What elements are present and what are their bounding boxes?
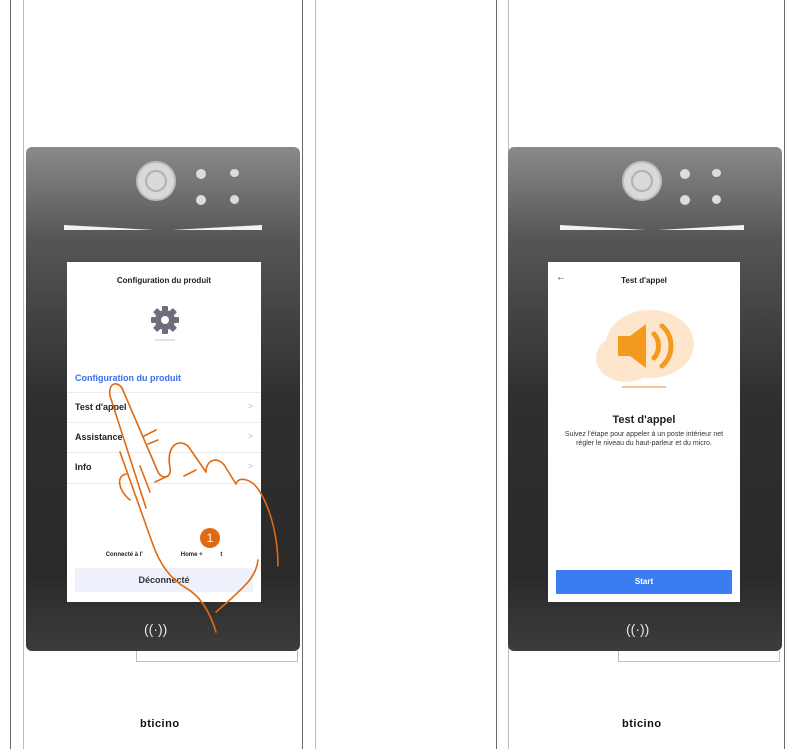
screen-title: Test d'appel bbox=[621, 276, 667, 285]
sensor-dot bbox=[230, 195, 239, 204]
sensor-dot bbox=[196, 169, 206, 179]
frame-line-left-inner bbox=[23, 0, 24, 749]
frame-line-left bbox=[10, 0, 11, 749]
led-strip-left bbox=[64, 225, 154, 230]
led-strip-left bbox=[560, 225, 646, 230]
sensor-dot bbox=[680, 169, 690, 179]
screen-title: Configuration du produit bbox=[116, 276, 212, 285]
sensor-dot bbox=[712, 195, 721, 204]
camera-lens-icon bbox=[136, 161, 176, 201]
speaker-icon bbox=[596, 310, 694, 388]
gear-icon bbox=[151, 306, 179, 341]
camera-lens-icon bbox=[622, 161, 662, 201]
device-base-right bbox=[618, 651, 780, 662]
sensor-dot bbox=[230, 169, 239, 177]
sensor-dot bbox=[712, 169, 721, 177]
brand-logo: bticino bbox=[140, 718, 180, 730]
sensor-dot bbox=[680, 195, 690, 205]
start-button[interactable]: Start bbox=[556, 570, 732, 594]
brand-logo: bticino bbox=[622, 718, 662, 730]
frame-line-right-a bbox=[496, 0, 497, 749]
frame-line-mid-right bbox=[315, 0, 316, 749]
nfc-icon: ((·)) bbox=[626, 621, 650, 637]
hand-pointer-icon bbox=[108, 383, 279, 633]
description-text: Suivez l'étape pour appeler à un poste i… bbox=[564, 431, 724, 447]
led-strip-right bbox=[172, 225, 262, 230]
door-panel-device-right: ← Test d'appel Test d'appel Suivez l'éta… bbox=[508, 147, 782, 651]
led-strip-right bbox=[658, 225, 744, 230]
device-screen: ← Test d'appel Test d'appel Suivez l'éta… bbox=[548, 262, 740, 602]
sensor-dot bbox=[196, 195, 206, 205]
frame-line-mid-left bbox=[302, 0, 303, 749]
section-heading: Test d'appel bbox=[612, 414, 676, 426]
device-base-left bbox=[136, 651, 298, 662]
